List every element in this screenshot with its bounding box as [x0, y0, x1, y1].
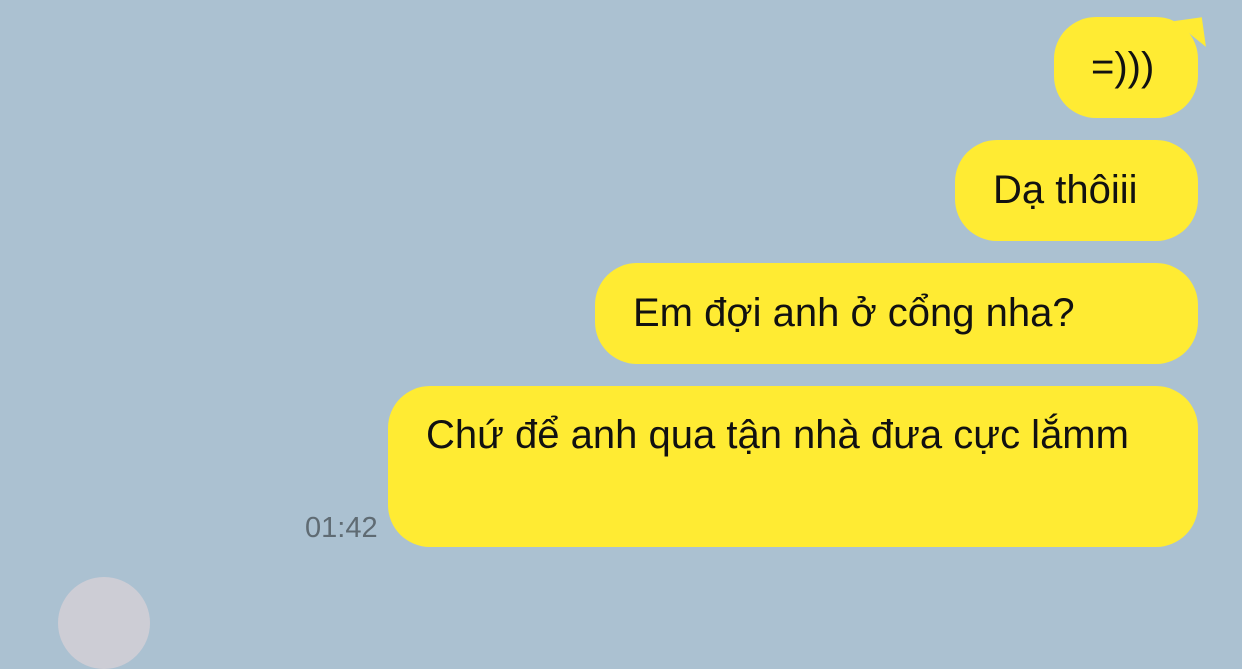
message-text: Em đợi anh ở cổng nha? — [633, 291, 1075, 335]
message-bubble[interactable]: =))) — [1054, 17, 1198, 118]
message-text: =))) — [1091, 45, 1155, 89]
chat-message-list[interactable]: =))) Dạ thôiii Em đợi anh ở cổng nha? Ch… — [0, 0, 1242, 669]
message-bubble[interactable]: Chứ để anh qua tận nhà đưa cực lắmm — [388, 386, 1198, 547]
message-bubble[interactable]: Em đợi anh ở cổng nha? — [595, 263, 1198, 364]
avatar[interactable] — [58, 577, 150, 669]
message-text: Chứ để anh qua tận nhà đưa cực lắmm — [426, 413, 1129, 457]
message-timestamp: 01:42 — [305, 512, 378, 544]
message-bubble[interactable]: Dạ thôiii — [955, 140, 1198, 241]
message-text: Dạ thôiii — [993, 168, 1138, 212]
